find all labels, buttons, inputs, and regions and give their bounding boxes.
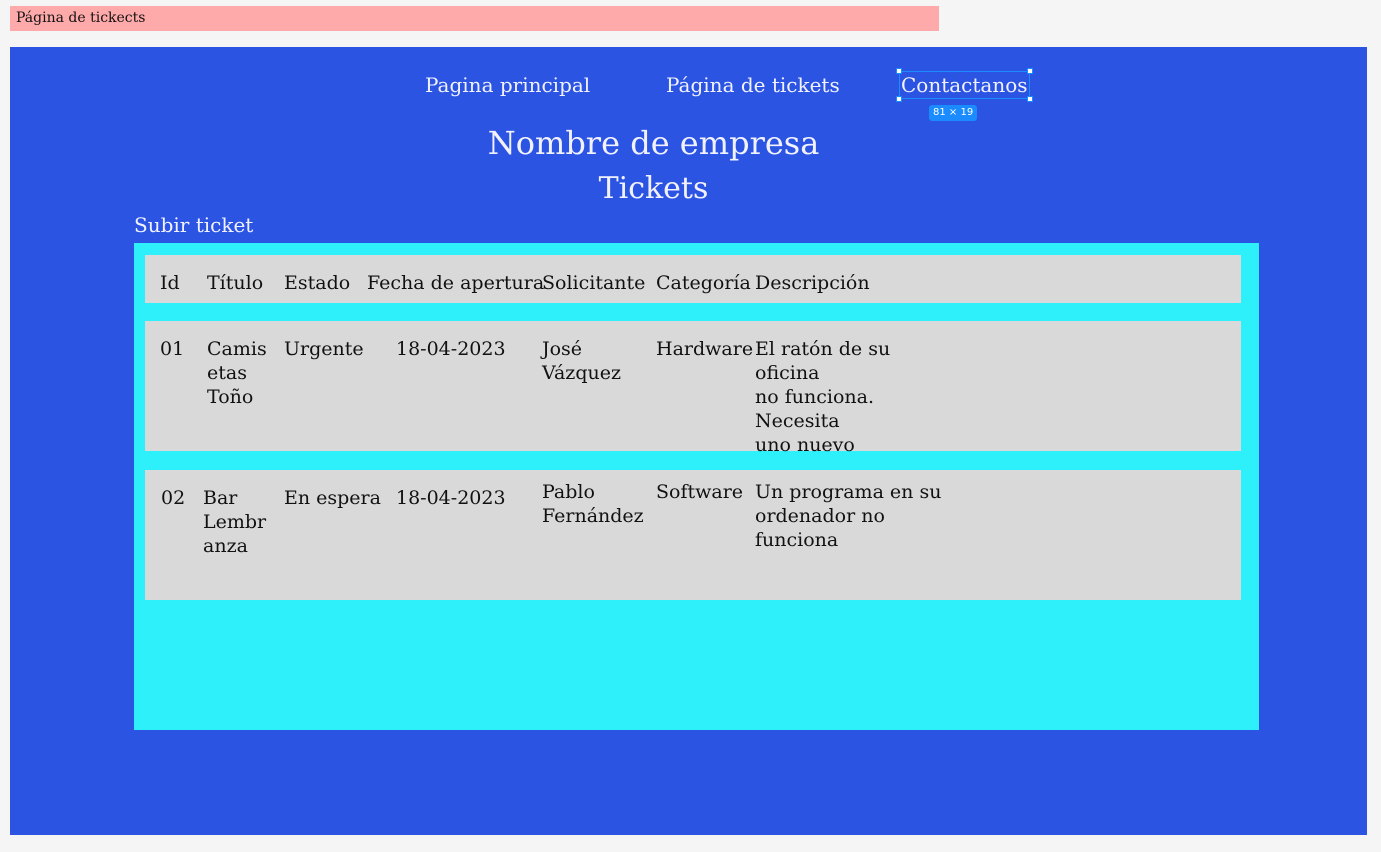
header-id: Id <box>160 272 180 294</box>
header-category: Categoría <box>656 272 751 294</box>
table-header: Id Título Estado Fecha de apertura Solic… <box>145 255 1241 303</box>
nav-link-tickets[interactable]: Página de tickets <box>666 72 840 98</box>
table-row[interactable]: 01 Camis etas Toño Urgente 18-04-2023 Jo… <box>145 321 1241 456</box>
cell-state: En espera <box>284 487 381 509</box>
upload-ticket-link[interactable]: Subir ticket <box>134 212 253 238</box>
page-title: Tickets <box>598 171 709 206</box>
header-title: Título <box>207 272 264 294</box>
cell-category: Hardware <box>656 338 754 360</box>
cell-description: Un programa en su ordenador no funciona <box>755 481 942 551</box>
cell-id: 02 <box>161 487 186 509</box>
cell-id: 01 <box>160 338 185 360</box>
header-description: Descripción <box>755 272 870 294</box>
nav-link-contact-label: Contactanos <box>901 73 1028 97</box>
frame-label[interactable]: Página de tickects <box>10 6 939 31</box>
nav-link-home[interactable]: Pagina principal <box>425 72 590 98</box>
page-frame: Pagina principal Página de tickets Conta… <box>10 47 1367 835</box>
header-requester: Solicitante <box>542 272 646 294</box>
cell-state: Urgente <box>284 338 364 360</box>
cell-description: El ratón de su oficina no funciona. Nece… <box>755 338 891 456</box>
resize-handle-top-left[interactable] <box>896 68 902 74</box>
table-row[interactable]: 02 Bar Lembr anza En espera 18-04-2023 P… <box>145 470 1241 600</box>
company-name: Nombre de empresa <box>487 124 820 162</box>
selection-size-badge: 81 × 19 <box>929 105 978 121</box>
cell-title: Camis etas Toño <box>207 338 267 408</box>
top-nav: Pagina principal Página de tickets Conta… <box>10 68 1367 102</box>
header-state: Estado <box>284 272 351 294</box>
cell-requester: Pablo Fernández <box>542 481 644 527</box>
cell-title: Bar Lembr anza <box>203 487 267 557</box>
tickets-panel: Id Título Estado Fecha de apertura Solic… <box>134 243 1259 730</box>
header-date: Fecha de apertura <box>367 272 545 294</box>
resize-handle-bottom-right[interactable] <box>1026 96 1033 102</box>
cell-requester: José Vázquez <box>542 338 621 384</box>
cell-date: 18-04-2023 <box>396 338 506 360</box>
cell-date: 18-04-2023 <box>396 487 506 509</box>
resize-handle-top-right[interactable] <box>1026 68 1033 74</box>
resize-handle-bottom-left[interactable] <box>896 96 902 102</box>
cell-category: Software <box>656 481 744 503</box>
nav-link-contact[interactable]: Contactanos <box>896 68 1033 102</box>
